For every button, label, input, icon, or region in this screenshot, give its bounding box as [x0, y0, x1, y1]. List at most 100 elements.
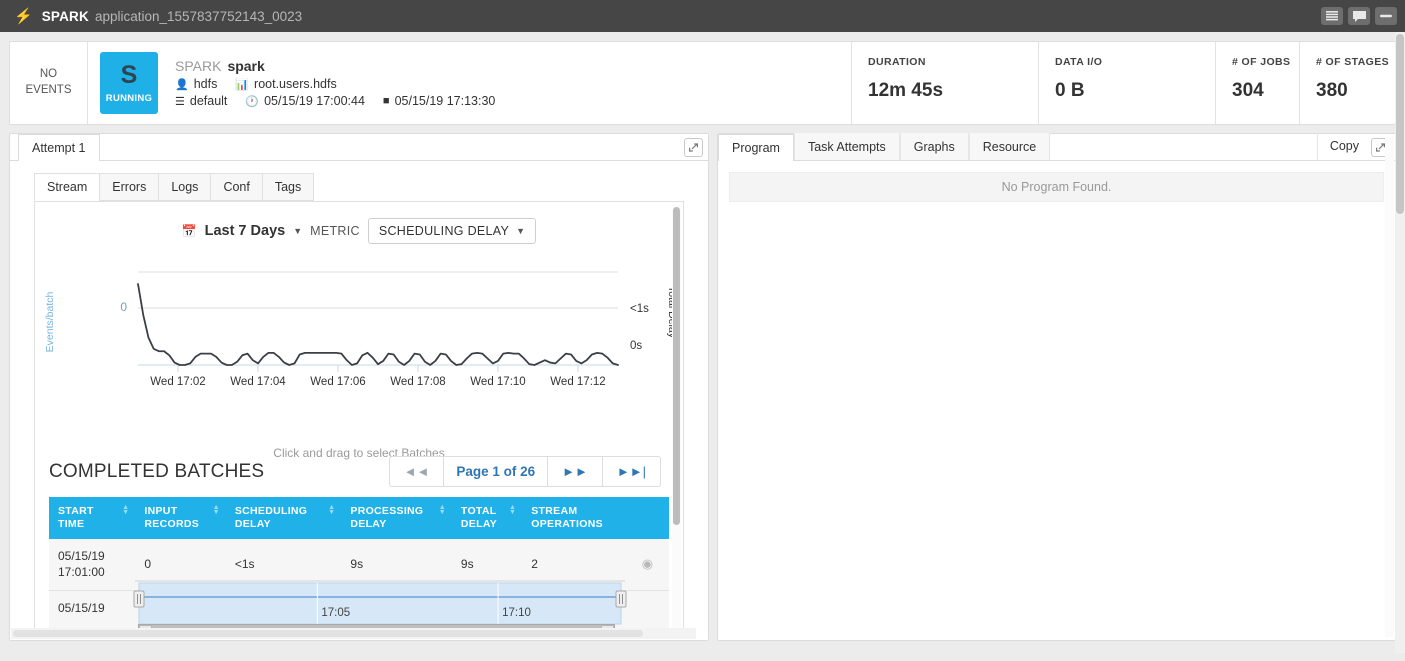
column-total-delay[interactable]: TOTAL DELAY ▲ ▼ — [451, 497, 523, 540]
column-input-records[interactable]: INPUT RECORDS ▲ ▼ — [135, 497, 226, 540]
sort-arrows-icon[interactable]: ▲ ▼ — [328, 504, 335, 516]
chevron-down-icon[interactable]: ▼ — [293, 226, 302, 236]
pool-value: default — [189, 94, 228, 108]
pagination: ◄◄ Page 1 of 26 ►► ►►| — [388, 456, 661, 487]
svg-text:Wed 17:02: Wed 17:02 — [150, 376, 205, 388]
column-total-delay-line1: TOTAL — [460, 505, 497, 517]
summary-spacer — [508, 42, 851, 124]
table-header: START TIME ▲ ▼ INPUT RECORDS ▲ ▼ SCHEDULIN… — [49, 497, 669, 540]
column-start-time[interactable]: START TIME ▲ ▼ — [49, 497, 136, 540]
start-time-item: 🕐 05/15/19 17:00:44 — [245, 94, 365, 108]
attempt-tabbar: Attempt 1 — [10, 134, 708, 161]
bar-chart-icon: 📊 — [235, 78, 250, 91]
stream-metric-chart[interactable]: Wed 17:02 Wed 17:04 Wed 17:06 Wed 17:08 Wed … — [35, 250, 683, 435]
tab-program[interactable]: Program — [718, 134, 794, 161]
status-badge-state: RUNNING — [105, 92, 153, 104]
table-header-row: START TIME ▲ ▼ INPUT RECORDS ▲ ▼ SCHEDULIN… — [49, 497, 669, 540]
no-events-indicator: NO EVENTS — [10, 42, 88, 124]
scrollbar-thumb[interactable] — [1396, 34, 1404, 214]
sort-arrows-icon[interactable]: ▲ ▼ — [439, 504, 446, 516]
column-scheduling-delay-line1: SCHEDULING — [234, 505, 308, 517]
tab-attempt-1[interactable]: Attempt 1 — [18, 134, 100, 161]
stat-stages-key: # OF STAGES — [1316, 56, 1390, 68]
time-range-label[interactable]: Last 7 Days — [205, 223, 286, 239]
eye-icon[interactable]: ◉ — [642, 556, 653, 571]
status-badge[interactable]: S RUNNING — [100, 52, 158, 114]
minimize-icon[interactable] — [1375, 7, 1397, 25]
metric-label: METRIC — [310, 224, 360, 238]
cell-start-date: 05/15/19 — [58, 549, 105, 564]
stat-jobs: # OF JOBS 304 — [1215, 42, 1299, 124]
column-processing-delay[interactable]: PROCESSING DELAY ▲ ▼ — [341, 497, 452, 540]
subtab-conf[interactable]: Conf — [210, 173, 263, 201]
chart-controls: 📅 Last 7 Days ▼ METRIC SCHEDULING DELAY … — [35, 202, 683, 244]
sort-arrows-icon[interactable]: ▲ ▼ — [122, 504, 129, 516]
scrollbar-thumb[interactable] — [13, 630, 644, 637]
svg-text:Wed 17:10: Wed 17:10 — [470, 376, 525, 388]
pagination-next-button[interactable]: ►► — [548, 457, 603, 486]
sort-arrows-icon[interactable]: ▲ ▼ — [213, 504, 220, 516]
stat-duration-key: DURATION — [868, 56, 926, 68]
page-title: COMPLETED BATCHES — [49, 460, 265, 482]
no-events-line-1: NO — [39, 68, 58, 81]
right-panel: Program Task Attempts Graphs Resource Co… — [717, 133, 1396, 641]
column-processing-delay-line2: DELAY — [350, 518, 387, 531]
stop-square-icon: ■ — [382, 95, 390, 107]
left-panel-horizontal-scrollbar[interactable] — [11, 628, 696, 639]
column-processing-delay-line1: PROCESSING — [350, 505, 424, 517]
no-events-line-2: EVENTS — [25, 84, 72, 96]
subtab-logs[interactable]: Logs — [158, 173, 212, 201]
tab-task-attempts[interactable]: Task Attempts — [793, 133, 900, 160]
pagination-first-button[interactable]: ◄◄ — [390, 457, 445, 486]
svg-text:Wed 17:08: Wed 17:08 — [390, 376, 445, 388]
chevron-down-icon: ▼ — [516, 226, 526, 236]
meta-row-user: 👤 hdfs 📊 root.users.hdfs — [175, 77, 508, 91]
stat-duration: DURATION 12m 45s — [851, 42, 1038, 124]
tab-graphs[interactable]: Graphs — [899, 133, 969, 160]
svg-text:Events/batch: Events/batch — [44, 291, 56, 352]
svg-text:17:10: 17:10 — [502, 607, 531, 619]
stat-data-io-value: 0 B — [1055, 80, 1085, 101]
stat-duration-value: 12m 45s — [868, 80, 944, 101]
subtab-errors[interactable]: Errors — [99, 173, 160, 201]
application-summary-card: NO EVENTS S RUNNING SPARK spark 👤 hdfs 📊 … — [9, 41, 1396, 125]
end-time-item: ■ 05/15/19 17:13:30 — [383, 94, 495, 108]
app-id: application_1557837752143_0023 — [94, 8, 303, 24]
subtab-stream[interactable]: Stream — [34, 173, 101, 201]
metric-select[interactable]: SCHEDULING DELAY ▼ — [367, 218, 537, 244]
stream-vertical-scrollbar[interactable] — [672, 205, 681, 635]
meta-row-times: ☰ default 🕐 05/15/19 17:00:44 ■ 05/15/19… — [175, 94, 508, 108]
user-item: 👤 hdfs — [175, 77, 217, 91]
svg-text:0: 0 — [120, 300, 127, 314]
stat-stages: # OF STAGES 380 — [1299, 42, 1395, 124]
bottom-strip — [0, 653, 1405, 661]
bolt-icon: ⚡ — [14, 7, 33, 25]
calendar-icon: 📅 — [181, 224, 197, 238]
svg-text:0s: 0s — [630, 340, 642, 352]
stream-tab-content: 📅 Last 7 Days ▼ METRIC SCHEDULING DELAY … — [34, 201, 684, 639]
right-panel-vertical-scrollbar[interactable] — [1385, 137, 1394, 637]
sort-arrows-icon[interactable]: ▲ ▼ — [509, 504, 516, 516]
page-vertical-scrollbar[interactable] — [1395, 32, 1405, 661]
status-block: S RUNNING — [88, 42, 158, 124]
subtab-tags[interactable]: Tags — [261, 173, 315, 201]
tab-resource[interactable]: Resource — [968, 133, 1051, 160]
expand-icon[interactable] — [684, 138, 703, 157]
svg-text:<1s: <1s — [630, 303, 649, 315]
copy-button[interactable]: Copy — [1316, 133, 1371, 160]
end-time-value: 05/15/19 17:13:30 — [394, 94, 496, 108]
lines-icon[interactable] — [1321, 7, 1343, 25]
clock-icon: 🕐 — [245, 95, 260, 108]
column-input-records-line2: RECORDS — [144, 518, 200, 531]
comment-icon[interactable] — [1348, 7, 1370, 25]
chart-canvas: Wed 17:02 Wed 17:04 Wed 17:06 Wed 17:08 Wed … — [44, 271, 678, 388]
column-scheduling-delay-line2: DELAY — [234, 518, 271, 531]
scrollbar-thumb[interactable] — [673, 207, 680, 525]
stream-subtabs: Stream Errors Logs Conf Tags — [10, 161, 708, 201]
pagination-last-button[interactable]: ►►| — [603, 457, 660, 486]
database-icon: ☰ — [175, 95, 185, 108]
empty-program-message: No Program Found. — [729, 172, 1384, 202]
column-scheduling-delay[interactable]: SCHEDULING DELAY ▲ ▼ — [225, 497, 342, 540]
panels-container: Attempt 1 Stream Errors Logs Conf Tags 📅… — [0, 125, 1405, 641]
app-type: SPARK — [175, 58, 222, 74]
